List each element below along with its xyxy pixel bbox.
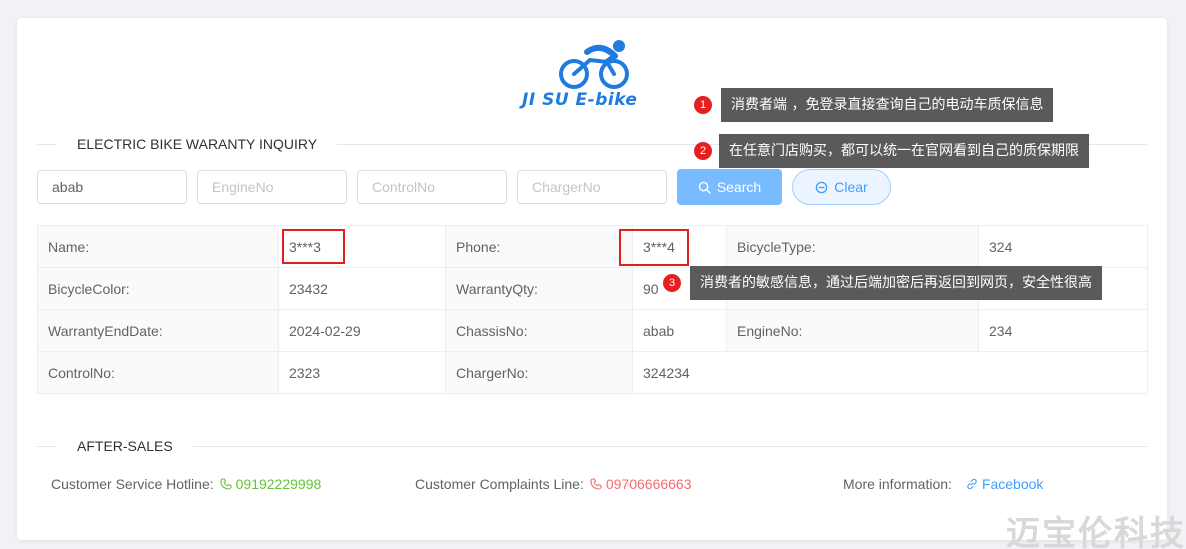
hotline-row: Customer Service Hotline: 09192229998: [51, 476, 321, 492]
engine-label: EngineNo:: [726, 309, 979, 352]
bicycle-color-value: 23432: [278, 267, 446, 310]
aftersales-divider: [37, 446, 1147, 447]
warranty-qty-label: WarrantyQty:: [445, 267, 633, 310]
annotation-callout-3: 消费者的敏感信息，通过后端加密后再返回到网页，安全性很高: [690, 266, 1102, 300]
annotation-callout-2: 在任意门店购买，都可以统一在官网看到自己的质保期限: [719, 134, 1089, 168]
hotline-number: 09192229998: [235, 476, 322, 492]
complaints-number: 09706666663: [605, 476, 692, 492]
bicycle-type-value: 324: [978, 225, 1148, 268]
charger-input[interactable]: [517, 170, 667, 204]
more-info-row: More information: Facebook: [843, 476, 1043, 492]
warranty-details-table: Name: 3***3 Phone: 3***4 BicycleType: 32…: [37, 225, 1148, 394]
chassis-input[interactable]: [37, 170, 187, 204]
facebook-label: Facebook: [981, 476, 1044, 492]
cyclist-logo-icon: [559, 40, 629, 89]
complaints-link[interactable]: 09706666663: [590, 476, 692, 492]
annotation-badge-1: 1: [694, 96, 712, 114]
annotation-badge-3: 3: [663, 274, 681, 292]
table-row: Name: 3***3 Phone: 3***4 BicycleType: 32…: [37, 225, 1148, 268]
search-button-label: Search: [716, 179, 762, 195]
charger-label: ChargerNo:: [445, 351, 633, 394]
complaints-row: Customer Complaints Line: 09706666663: [415, 476, 692, 492]
watermark-text: 迈宝伦科技: [1006, 514, 1186, 549]
link-icon: [967, 478, 977, 490]
more-info-label: More information:: [843, 476, 952, 492]
bicycle-type-label: BicycleType:: [726, 225, 979, 268]
table-row: WarrantyEndDate: 2024-02-29 ChassisNo: a…: [37, 309, 1148, 352]
hotline-link[interactable]: 09192229998: [220, 476, 322, 492]
brand-logo: JI SU E-bike: [522, 38, 667, 118]
phone-highlight-box: [619, 229, 689, 266]
phone-icon: [590, 478, 602, 490]
engine-input[interactable]: [197, 170, 347, 204]
annotation-callout-1: 消费者端 ，免登录直接查询自己的电动车质保信息: [721, 88, 1054, 122]
engine-value: 234: [978, 309, 1148, 352]
chassis-label: ChassisNo:: [445, 309, 633, 352]
bicycle-color-label: BicycleColor:: [37, 267, 279, 310]
name-label: Name:: [37, 225, 279, 268]
warranty-end-value: 2024-02-29: [278, 309, 446, 352]
search-button[interactable]: Search: [677, 169, 782, 205]
chassis-value: abab: [632, 309, 727, 352]
inquiry-section-title: ELECTRIC BIKE WARANTY INQUIRY: [57, 135, 338, 153]
search-icon: [698, 181, 711, 194]
warranty-end-label: WarrantyEndDate:: [37, 309, 279, 352]
control-input[interactable]: [357, 170, 507, 204]
control-value: 2323: [278, 351, 446, 394]
control-label: ControlNo:: [37, 351, 279, 394]
aftersales-section-title: AFTER-SALES: [57, 437, 193, 455]
annotation-badge-2: 2: [694, 142, 712, 160]
clear-icon: [816, 181, 828, 193]
complaints-label: Customer Complaints Line:: [415, 476, 584, 492]
phone-label: Phone:: [445, 225, 633, 268]
phone-icon: [220, 478, 232, 490]
clear-button[interactable]: Clear: [792, 169, 891, 205]
charger-value: 324234: [632, 351, 1148, 394]
hotline-label: Customer Service Hotline:: [51, 476, 214, 492]
facebook-link[interactable]: Facebook: [966, 476, 1043, 492]
table-row: ControlNo: 2323 ChargerNo: 324234: [37, 351, 1148, 394]
name-highlight-box: [282, 229, 345, 264]
logo-text: JI SU E-bike: [522, 90, 638, 110]
clear-button-label: Clear: [834, 179, 868, 195]
